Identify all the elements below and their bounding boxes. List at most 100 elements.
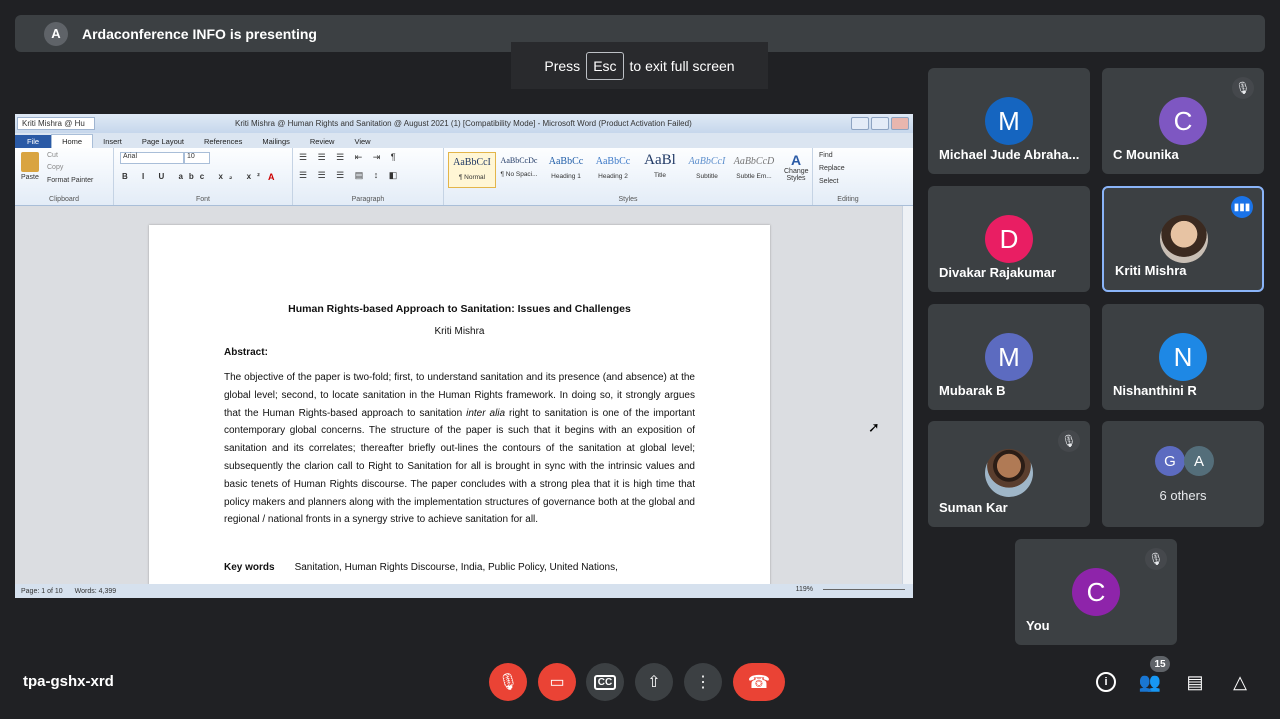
zoom-slider — [823, 589, 905, 590]
participant-avatar: C — [1159, 97, 1207, 145]
font-color-icon: A — [268, 172, 275, 182]
word-ribbon: Paste Cut Copy Format Painter Clipboard … — [15, 148, 913, 206]
style-title: AaBl Title — [637, 152, 683, 186]
style-sample: AaBbCcDc — [500, 156, 538, 165]
participant-name: Kriti Mishra — [1115, 263, 1187, 278]
keywords-label: Key words — [224, 562, 275, 573]
participant-tile[interactable]: M Mubarak B — [928, 304, 1090, 410]
fullscreen-hint: Press Esc to exit full screen — [511, 42, 768, 89]
word-window-title: Kriti Mishra @ Human Rights and Sanitati… — [235, 119, 692, 128]
style-heading-2: AaBbCc Heading 2 — [590, 152, 636, 186]
styles-group: AaBbCcI ¶ Normal AaBbCcDc ¶ No Spaci... … — [444, 148, 813, 205]
meeting-code: tpa-gshx-xrd — [23, 673, 114, 690]
esc-key: Esc — [586, 51, 624, 80]
speaking-indicator-icon: ▮▮▮ — [1231, 196, 1253, 218]
copy-label: Copy — [47, 164, 64, 171]
activities-icon: △ — [1233, 671, 1247, 692]
others-label: 6 others — [1159, 488, 1207, 503]
other-avatar: A — [1184, 446, 1214, 476]
mic-toggle-button[interactable]: 🎙 — [489, 663, 527, 701]
tab-file: File — [15, 135, 52, 148]
document-title: Human Rights-based Approach to Sanitatio… — [288, 303, 631, 315]
leave-call-button[interactable]: ☎ — [733, 663, 785, 701]
people-count-badge: 15 — [1150, 656, 1170, 672]
participant-name: Nishanthini R — [1113, 383, 1197, 398]
paragraph-group: ☰ ☰ ☰ ⇤ ⇥ ¶ ☰ ☰ ☰ ▤ ↕ ◧ Paragraph — [293, 148, 444, 205]
participant-name: Suman Kar — [939, 500, 1008, 515]
style-name: ¶ Normal — [458, 174, 486, 181]
tab-mailings: Mailings — [262, 137, 290, 146]
present-screen-icon: ⇧ — [647, 674, 661, 691]
camera-toggle-button[interactable]: ▭ — [538, 663, 576, 701]
style-heading-1: AaBbCc Heading 1 — [543, 152, 589, 186]
document-workspace: Human Rights-based Approach to Sanitatio… — [15, 206, 913, 585]
page-count: Page: 1 of 10 — [21, 587, 63, 595]
more-options-button[interactable]: ⋮ — [684, 663, 722, 701]
people-icon: 👥 — [1138, 671, 1162, 692]
fullscreen-hint-press: Press — [544, 57, 581, 74]
document-author: Kriti Mishra — [434, 326, 485, 337]
chat-button[interactable]: ▤ — [1183, 670, 1207, 694]
vertical-scrollbar — [902, 206, 913, 584]
presenter-avatar: A — [44, 21, 68, 46]
style-name: Heading 1 — [551, 173, 581, 180]
paste-icon — [21, 152, 39, 172]
style-subtle-emphasis: AaBbCcD Subtle Em... — [731, 152, 777, 186]
mic-off-icon: 🎙 — [1058, 430, 1080, 452]
participant-name: C Mounika — [1113, 147, 1179, 162]
captions-button[interactable]: CC — [586, 663, 624, 701]
document-page: Human Rights-based Approach to Sanitatio… — [149, 225, 770, 585]
tab-references: References — [204, 137, 243, 146]
participant-tile-speaking[interactable]: ▮▮▮ Kriti Mishra — [1102, 186, 1264, 292]
participant-tile[interactable]: M Michael Jude Abraha... — [928, 68, 1090, 174]
participant-tile[interactable]: D Divakar Rajakumar — [928, 186, 1090, 292]
camera-off-icon: ▭ — [549, 674, 565, 691]
clipboard-group: Paste Cut Copy Format Painter Clipboard — [15, 148, 114, 205]
abstract-italic: inter alia — [466, 407, 506, 419]
zoom-control: 119% — [790, 586, 905, 593]
style-name: Subtitle — [696, 173, 718, 180]
find-label: Find — [819, 152, 833, 159]
keywords-line: Key words Sanitation, Human Rights Discou… — [224, 562, 618, 573]
people-button[interactable]: 👥 — [1138, 670, 1162, 694]
participant-tile[interactable]: 🎙 C C Mounika — [1102, 68, 1264, 174]
change-styles-label: Change Styles — [784, 168, 809, 182]
style-name: ¶ No Spaci... — [500, 171, 538, 178]
style-sample: AaBbCcI — [688, 156, 726, 167]
abstract-heading-text: Abstract — [224, 347, 265, 358]
others-tile[interactable]: G A 6 others — [1102, 421, 1264, 527]
participant-avatar: N — [1159, 333, 1207, 381]
styles-group-label: Styles — [618, 196, 638, 203]
present-button[interactable]: ⇧ — [635, 663, 673, 701]
participant-name: You — [1026, 618, 1050, 633]
captions-icon: CC — [593, 674, 617, 690]
presenter-text: Ardaconference INFO is presenting — [82, 25, 317, 42]
mic-off-icon: 🎙 — [1232, 77, 1254, 99]
cut-label: Cut — [47, 152, 58, 159]
mic-off-icon: 🎙 — [497, 674, 519, 691]
style-sample: AaBbCcI — [453, 157, 491, 168]
participant-tile[interactable]: N Nishanthini R — [1102, 304, 1264, 410]
chat-icon: ▤ — [1186, 671, 1204, 692]
replace-label: Replace — [819, 165, 845, 172]
paste-label: Paste — [21, 174, 39, 181]
tab-page-layout: Page Layout — [141, 137, 184, 146]
abstract-text-2: right to sanitation is one of the import… — [224, 407, 695, 526]
style-name: Subtle Em... — [736, 173, 772, 180]
meeting-info-button[interactable]: i — [1094, 670, 1118, 694]
abstract-body: The objective of the paper is two-fold; … — [224, 369, 695, 529]
zoom-level: 119% — [795, 586, 813, 593]
word-count: Words: 4,399 — [74, 587, 117, 595]
info-icon: i — [1096, 672, 1116, 692]
participant-name: Michael Jude Abraha... — [939, 147, 1080, 162]
participant-avatar: D — [985, 215, 1033, 263]
word-title-bar: Kriti Mishra @ Hu Kriti Mishra @ Human R… — [15, 114, 913, 133]
style-sample: AaBl — [644, 152, 676, 168]
more-vert-icon: ⋮ — [695, 674, 711, 691]
paragraph-group-label: Paragraph — [351, 196, 385, 203]
self-tile[interactable]: 🎙 C You — [1015, 539, 1177, 645]
align-icons: ☰ ☰ ☰ ▤ ↕ ◧ — [299, 170, 402, 180]
activities-button[interactable]: △ — [1228, 670, 1252, 694]
participant-tile[interactable]: 🎙 Suman Kar — [928, 421, 1090, 527]
font-group: Arial 10 B I U abc x₂ x² A Font — [114, 148, 293, 205]
